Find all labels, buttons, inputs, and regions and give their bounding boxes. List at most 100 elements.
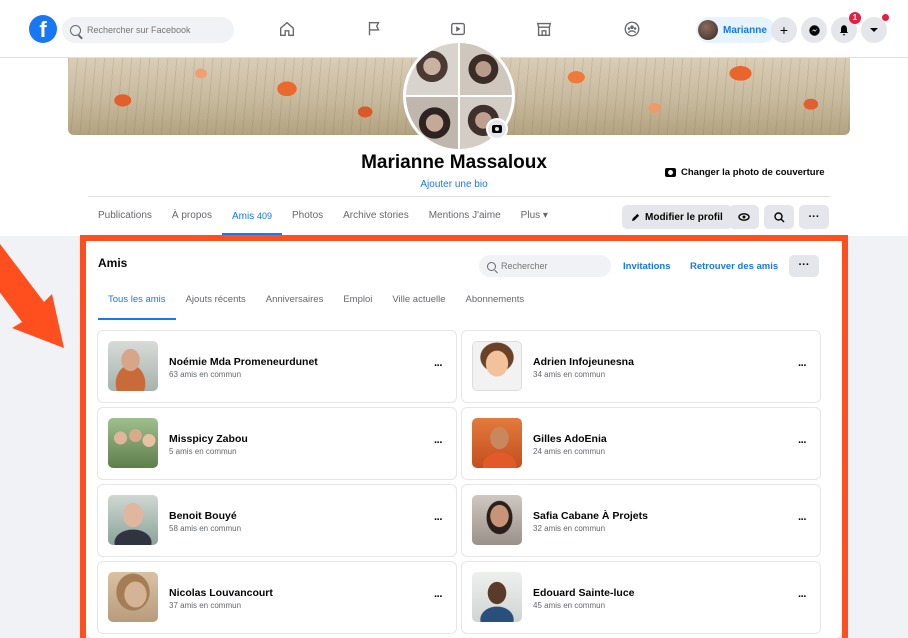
tab-photos[interactable]: Photos (282, 201, 333, 236)
friends-grid: Noémie Mda Promeneurdunet 63 amis en com… (97, 330, 821, 634)
friends-section: Amis Invitations Retrouver des amis ··· … (86, 240, 842, 638)
friends-more-button[interactable]: ··· (789, 255, 819, 277)
chevron-down-icon (870, 28, 878, 32)
tab-all-friends[interactable]: Tous les amis (98, 292, 176, 320)
groups-icon[interactable] (621, 19, 643, 39)
friends-search-input[interactable] (501, 261, 601, 271)
global-search[interactable] (62, 17, 234, 43)
friends-title: Amis (98, 256, 128, 270)
friend-menu-button[interactable]: ··· (798, 591, 807, 603)
mutual-friends: 24 amis en commun (533, 447, 606, 456)
profile-shortcut[interactable]: Marianne (696, 17, 775, 43)
plus-icon: + (779, 22, 789, 38)
profile-header: Changer la photo de couverture Marianne … (0, 40, 908, 236)
find-friends-link[interactable]: Retrouver des amis (690, 261, 778, 272)
friend-menu-button[interactable]: ··· (434, 360, 443, 372)
friend-card[interactable]: Safia Cabane À Projets 32 amis en commun… (461, 484, 821, 557)
home-icon[interactable] (276, 19, 298, 39)
tab-following[interactable]: Abonnements (466, 292, 525, 320)
friend-name[interactable]: Safia Cabane À Projets (533, 510, 648, 522)
messenger-button[interactable] (801, 17, 827, 43)
friend-avatar[interactable] (472, 418, 522, 468)
search-icon (773, 211, 784, 222)
tab-recently-added[interactable]: Ajouts récents (186, 292, 246, 320)
friend-card[interactable]: Edouard Sainte-luce 45 amis en commun ··… (461, 561, 821, 634)
friend-avatar[interactable] (108, 418, 158, 468)
marketplace-icon[interactable] (533, 19, 555, 39)
friend-name[interactable]: Benoit Bouyé (169, 510, 237, 522)
friend-name[interactable]: Adrien Infojeunesna (533, 356, 634, 368)
friends-search[interactable] (479, 255, 611, 277)
profile-tabs: Publications À propos Amis 409 Photos Ar… (88, 201, 558, 236)
divider (88, 196, 830, 197)
friend-menu-button[interactable]: ··· (434, 437, 443, 449)
unread-dot (882, 14, 889, 21)
mutual-friends: 58 amis en commun (169, 524, 242, 533)
global-search-input[interactable] (87, 25, 227, 35)
profile-camera-icon[interactable] (486, 118, 508, 140)
friend-avatar[interactable] (108, 572, 158, 622)
tab-archive-stories[interactable]: Archive stories (333, 201, 419, 236)
add-bio-link[interactable]: Ajouter une bio (0, 179, 908, 190)
create-plus-button[interactable]: + (771, 17, 797, 43)
friend-menu-button[interactable]: ··· (798, 437, 807, 449)
friend-avatar[interactable] (472, 572, 522, 622)
friend-card[interactable]: Misspicy Zabou 5 amis en commun ··· (97, 407, 457, 480)
facebook-logo[interactable]: f (29, 15, 57, 43)
annotation-arrow-icon (0, 244, 64, 348)
tab-work[interactable]: Emploi (343, 292, 372, 320)
bell-icon (839, 25, 849, 36)
tab-publications[interactable]: Publications (88, 201, 162, 236)
watch-video-icon[interactable] (447, 19, 469, 39)
friend-name[interactable]: Gilles AdoEnia (533, 433, 607, 445)
messenger-icon (808, 24, 820, 36)
tab-birthdays[interactable]: Anniversaires (266, 292, 324, 320)
friend-menu-button[interactable]: ··· (798, 514, 807, 526)
search-icon (487, 261, 496, 271)
friends-count: 409 (256, 211, 272, 221)
friend-avatar[interactable] (472, 495, 522, 545)
friend-avatar[interactable] (108, 495, 158, 545)
friend-card[interactable]: Adrien Infojeunesna 34 amis en commun ··… (461, 330, 821, 403)
friend-card[interactable]: Noémie Mda Promeneurdunet 63 amis en com… (97, 330, 457, 403)
tab-friends[interactable]: Amis 409 (221, 201, 283, 236)
mutual-friends: 32 amis en commun (533, 524, 606, 533)
friend-card[interactable]: Gilles AdoEnia 24 amis en commun ··· (461, 407, 821, 480)
tab-current-city[interactable]: Ville actuelle (392, 292, 445, 320)
avatar (698, 20, 718, 40)
search-icon (70, 24, 81, 36)
tab-friends-label: Amis (231, 211, 255, 222)
friend-name[interactable]: Noémie Mda Promeneurdunet (169, 356, 318, 368)
profile-shortcut-name: Marianne (723, 24, 767, 36)
friend-menu-button[interactable]: ··· (798, 360, 807, 372)
friend-name[interactable]: Misspicy Zabou (169, 433, 248, 445)
notification-badge: 1 (849, 12, 861, 24)
edit-profile-button[interactable]: Modifier le profil (622, 205, 732, 229)
pencil-icon (631, 213, 640, 221)
notifications-button[interactable]: 1 (831, 12, 861, 43)
account-menu-button[interactable] (861, 14, 889, 43)
friend-menu-button[interactable]: ··· (434, 514, 443, 526)
invitations-link[interactable]: Invitations (623, 261, 671, 272)
friend-name[interactable]: Nicolas Louvancourt (169, 587, 273, 599)
mutual-friends: 45 amis en commun (533, 601, 606, 610)
friend-menu-button[interactable]: ··· (434, 591, 443, 603)
mutual-friends: 5 amis en commun (169, 447, 237, 456)
profile-more-button[interactable]: ··· (799, 205, 829, 229)
mutual-friends: 63 amis en commun (169, 370, 242, 379)
friend-avatar[interactable] (472, 341, 522, 391)
friend-name[interactable]: Edouard Sainte-luce (533, 587, 635, 599)
tab-about[interactable]: À propos (162, 201, 222, 236)
pages-flag-icon[interactable] (363, 19, 385, 39)
friends-tabs: Tous les amis Ajouts récents Anniversair… (98, 292, 544, 320)
view-as-button[interactable] (729, 205, 759, 229)
friend-card[interactable]: Benoit Bouyé 58 amis en commun ··· (97, 484, 457, 557)
profile-search-button[interactable] (764, 205, 794, 229)
friend-card[interactable]: Nicolas Louvancourt 37 amis en commun ··… (97, 561, 457, 634)
tab-more[interactable]: Plus ▾ (511, 201, 558, 236)
tab-likes[interactable]: Mentions J'aime (419, 201, 511, 236)
edit-profile-label: Modifier le profil (645, 211, 723, 223)
profile-name: Marianne Massaloux (361, 152, 547, 173)
friend-avatar[interactable] (108, 341, 158, 391)
eye-icon (738, 213, 750, 221)
